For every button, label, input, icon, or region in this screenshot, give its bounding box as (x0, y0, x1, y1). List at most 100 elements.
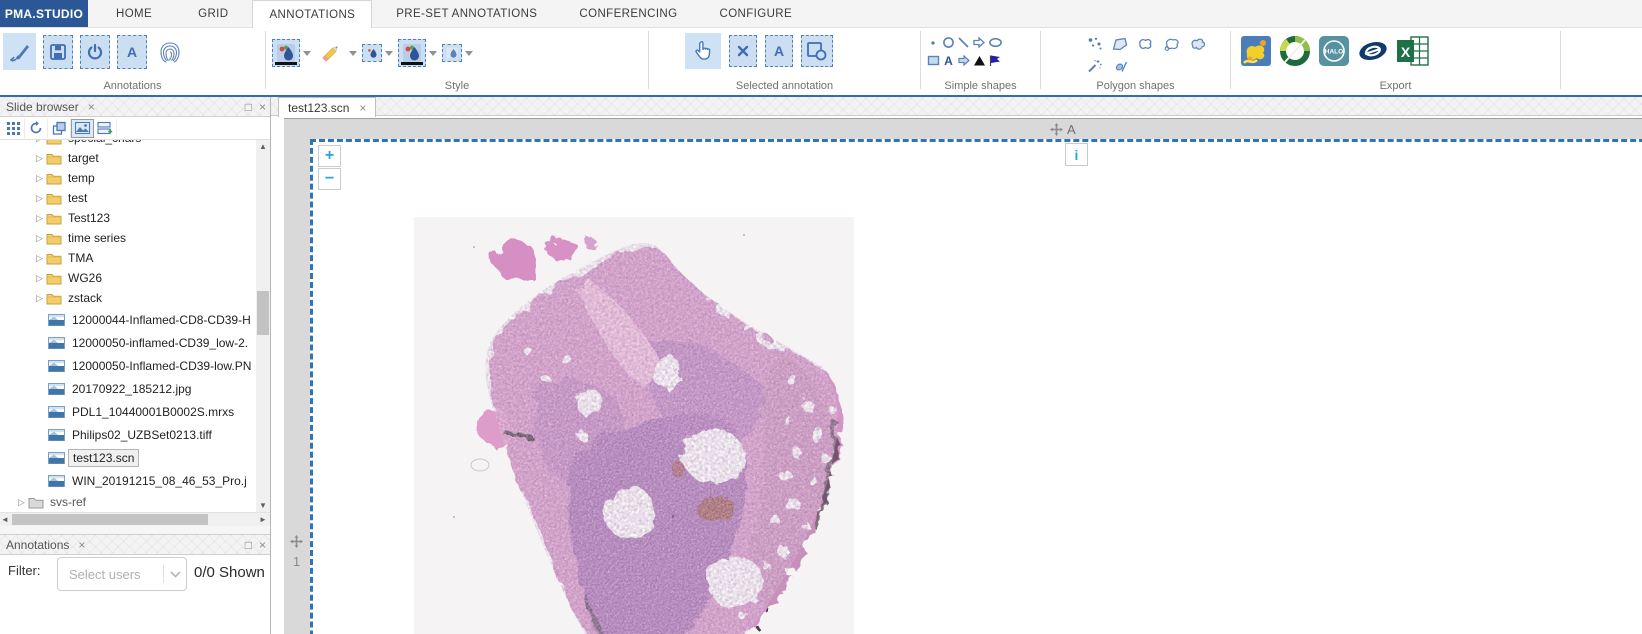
viewer-tab-close-icon[interactable]: × (359, 101, 366, 115)
point-shape-button[interactable] (927, 35, 940, 49)
magic-wand-button[interactable] (1086, 57, 1104, 73)
annotations-close-icon[interactable]: × (78, 538, 85, 552)
zoom-in-button[interactable]: + (318, 145, 341, 167)
expander-icon[interactable]: ▷ (18, 497, 28, 508)
circle-shape-button[interactable] (942, 35, 955, 49)
scroll-left-icon[interactable]: ◄ (0, 513, 10, 526)
export-oia-button[interactable] (1278, 33, 1312, 69)
select-users-dropdown[interactable]: Select users (57, 557, 187, 591)
toggle-annotations-button[interactable] (80, 35, 110, 69)
export-excel-button[interactable]: X (1395, 33, 1431, 69)
expander-icon[interactable]: ▷ (36, 140, 46, 144)
menu-home[interactable]: HOME (100, 0, 168, 27)
grid-column-header[interactable]: A (1050, 122, 1076, 137)
triangle-shape-button[interactable] (973, 53, 986, 67)
fingerprint-button[interactable] (154, 35, 186, 69)
slide-file-row[interactable]: Philips02_UZBSet0213.tiff (0, 423, 256, 446)
viewer-tab[interactable]: test123.scn × (278, 97, 376, 117)
grid-view-button[interactable] (2, 119, 25, 138)
line-shape-button[interactable] (957, 35, 970, 49)
fill-color-dropdown-caret[interactable] (303, 51, 311, 56)
scroll-right-icon[interactable]: ► (258, 513, 268, 526)
fill-color-button[interactable] (272, 39, 300, 67)
select-annotation-button[interactable] (685, 33, 721, 69)
stroke-opacity-dropdown-caret[interactable] (385, 51, 393, 56)
tree-folder-row[interactable]: ▷ WG26 (0, 268, 256, 288)
slide-file-row[interactable]: 12000050-Inflamed-CD39-low.PN (0, 354, 256, 377)
annotations-x-icon[interactable]: × (259, 538, 266, 552)
expander-icon[interactable]: ▷ (36, 273, 46, 284)
thumbnail-view-button[interactable] (71, 119, 94, 138)
menu-preset-annotations[interactable]: PRE-SET ANNOTATIONS (380, 0, 553, 27)
slide-browser-x-icon[interactable]: × (259, 100, 266, 114)
expander-icon[interactable]: ▷ (36, 293, 46, 304)
menu-configure[interactable]: CONFIGURE (703, 0, 808, 27)
multipoint-shape-button[interactable] (1086, 35, 1104, 51)
tree-folder-row[interactable]: ▷ Test123 (0, 208, 256, 228)
tree-folder-row[interactable]: ▷ target (0, 148, 256, 168)
show-labels-button[interactable]: A (117, 35, 147, 69)
tree-folder-row[interactable]: ▷ test (0, 188, 256, 208)
ellipse-shape-button[interactable] (988, 35, 1003, 49)
expander-icon[interactable]: ▷ (36, 173, 46, 184)
tree-folder-row[interactable]: ▷ time series (0, 228, 256, 248)
annotations-maximize-icon[interactable]: □ (245, 538, 252, 552)
stroke-opacity-button[interactable] (362, 44, 382, 62)
add-server-button[interactable] (94, 119, 117, 138)
tree-folder-row[interactable]: ▷ temp (0, 168, 256, 188)
expander-icon[interactable]: ▷ (36, 153, 46, 164)
slide-canvas[interactable] (310, 139, 1642, 634)
vertical-scroll-thumb[interactable] (257, 291, 269, 335)
menu-grid[interactable]: GRID (182, 0, 244, 27)
draw-annotation-button[interactable] (3, 33, 36, 70)
filled-arrow-shape-button[interactable] (957, 53, 971, 67)
closed-freeform-shape-button[interactable] (1136, 35, 1156, 51)
save-annotations-button[interactable] (43, 35, 73, 69)
info-button[interactable]: i (1065, 143, 1088, 166)
slide-file-row[interactable]: WIN_20191215_08_46_53_Pro.j (0, 469, 256, 492)
tree-folder-row-partial[interactable]: ▷ svs-ref (0, 492, 256, 512)
slide-browser-maximize-icon[interactable]: □ (245, 100, 252, 114)
export-qupath-button[interactable] (1239, 33, 1273, 69)
tree-vertical-scrollbar[interactable]: ▲ ▼ (256, 140, 270, 512)
grid-row-header[interactable]: 1 (290, 535, 303, 569)
expander-icon[interactable]: ▷ (36, 213, 46, 224)
magnetic-shape-button[interactable] (1188, 35, 1208, 51)
menu-conferencing[interactable]: CONFERENCING (563, 0, 693, 27)
duplicate-view-button[interactable] (48, 119, 71, 138)
outline-color-dropdown-caret[interactable] (429, 51, 437, 56)
text-shape-button[interactable]: A (942, 53, 955, 67)
refresh-button[interactable] (25, 119, 48, 138)
slide-file-row[interactable]: 12000044-Inflamed-CD8-CD39-H (0, 308, 256, 331)
outline-color-button[interactable] (398, 39, 426, 67)
flag-shape-button[interactable] (988, 53, 1002, 67)
tree-horizontal-scrollbar[interactable]: ◄ ► (0, 512, 270, 526)
fill-opacity-dropdown-caret[interactable] (465, 51, 473, 56)
tree-folder-row[interactable]: ▷ TMA (0, 248, 256, 268)
menu-annotations[interactable]: ANNOTATIONS (252, 0, 372, 28)
paint-region-button[interactable] (1112, 57, 1130, 73)
expander-icon[interactable]: ▷ (36, 253, 46, 264)
chevron-down-icon[interactable] (164, 571, 186, 578)
slide-file-row[interactable]: 12000050-inflamed-CD39_low-2. (0, 331, 256, 354)
edit-annotation-label-button[interactable]: A (765, 35, 793, 67)
expander-icon[interactable]: ▷ (36, 193, 46, 204)
slide-file-row[interactable]: test123.scn (0, 446, 256, 469)
edit-annotation-shape-button[interactable] (801, 35, 833, 67)
lasso-shape-button[interactable] (1162, 35, 1182, 51)
fill-opacity-button[interactable] (442, 44, 462, 62)
arrow-shape-button[interactable] (972, 35, 986, 49)
rectangle-shape-button[interactable] (927, 53, 940, 67)
delete-annotation-button[interactable] (729, 35, 757, 67)
expander-icon[interactable]: ▷ (36, 233, 46, 244)
scroll-up-icon[interactable]: ▲ (256, 140, 270, 153)
export-eslide-button[interactable] (1356, 33, 1390, 69)
slide-browser-close-icon[interactable]: × (88, 100, 95, 114)
pencil-style-dropdown-caret[interactable] (349, 51, 357, 56)
scroll-down-icon[interactable]: ▼ (256, 499, 270, 512)
slide-file-row[interactable]: PDL1_10440001B0002S.mrxs (0, 400, 256, 423)
tree-folder-row[interactable]: ▷ zstack (0, 288, 256, 308)
tree-folder-row-clipped[interactable]: ▷ special_chars (0, 140, 256, 148)
horizontal-scroll-thumb[interactable] (12, 514, 208, 525)
export-halo-button[interactable]: HALO (1317, 33, 1351, 69)
